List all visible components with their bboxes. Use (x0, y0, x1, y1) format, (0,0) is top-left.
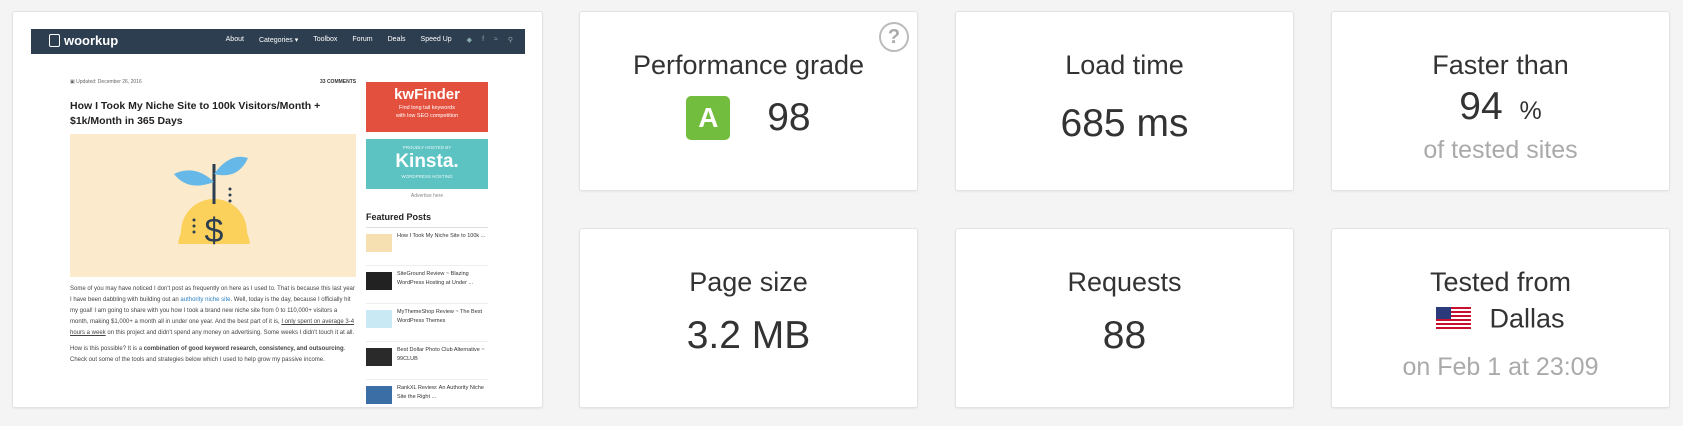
tested-from-date: on Feb 1 at 23:09 (1402, 353, 1599, 381)
faster-than-label: Faster than (1432, 50, 1569, 80)
kwfinder-ad: kwFinder Find long tail keywords with lo… (366, 82, 488, 132)
requests-value: 88 (1102, 314, 1147, 357)
nav-forum: Forum (352, 36, 373, 43)
featured-post-thumbnail (366, 310, 392, 328)
featured-posts-list: How I Took My Niche Site to 100k ... Site… (366, 232, 488, 407)
performance-score: 98 (767, 95, 811, 139)
kinsta-ad: PROUDLY HOSTED BY Kinsta. WORDPRESS HOST… (366, 139, 488, 189)
faster-than-card: Faster than 94 % of tested sites (1331, 11, 1670, 191)
us-flag-icon (1436, 306, 1472, 331)
featured-post-title: SiteGround Review ~ Blazing WordPress Ho… (397, 271, 474, 286)
rss-icon: ≈ (494, 36, 498, 43)
performance-grade-value: A 98 (580, 94, 917, 140)
nav-toolbox: Toolbox (313, 36, 338, 43)
page-size-label: Page size (689, 267, 808, 297)
nav-categories: Categories ▾ (258, 37, 299, 44)
featured-post-title: MyThemeShop Review ~ The Best WordPress … (397, 309, 483, 324)
preview-logo: woorkup (49, 33, 118, 48)
preview-menu: About Categories ▾ Toolbox Forum Deals S… (226, 36, 513, 44)
faster-than-value: 94 % (1332, 85, 1669, 129)
featured-posts-heading: Featured Posts (366, 212, 488, 228)
preview-navbar: woorkup About Categories ▾ Toolbox Forum… (31, 29, 525, 54)
featured-post-item: RankXL Review: An Authority Niche Site t… (366, 384, 488, 407)
help-icon[interactable]: ? (879, 22, 909, 52)
featured-post-thumbnail (366, 272, 392, 290)
hero-illustration: $ (70, 134, 356, 277)
facebook-icon: f (482, 36, 485, 43)
load-time-value: 685 ms (1060, 102, 1189, 145)
advertise-link: Advertise here (410, 193, 444, 199)
faster-than-sub: of tested sites (1423, 136, 1578, 164)
preview-article-title: How I Took My Niche Site to 100k Visitor… (70, 100, 321, 127)
requests-label: Requests (1067, 267, 1182, 297)
percent-unit: % (1519, 97, 1542, 125)
featured-post-thumbnail (366, 234, 392, 252)
featured-post-item: How I Took My Niche Site to 100k ... (366, 232, 488, 266)
preview-sidebar: kwFinder Find long tail keywords with lo… (366, 82, 488, 407)
search-icon: ⚲ (507, 37, 513, 44)
logo-icon (49, 34, 60, 47)
featured-post-title: Best Dollar Photo Club Alternative ~ 99C… (397, 347, 485, 362)
featured-post-thumbnail (366, 386, 392, 404)
page-size-card: Page size 3.2 MB (579, 228, 918, 408)
preview-paragraph: Some of you may have noticed I don't pos… (70, 286, 355, 336)
performance-grade-label: Performance grade (632, 50, 865, 80)
load-time-label: Load time (1065, 50, 1184, 80)
featured-post-item: Best Dollar Photo Club Alternative ~ 99C… (366, 346, 488, 380)
screenshot-preview: woorkup About Categories ▾ Toolbox Forum… (12, 11, 543, 408)
preview-comments: 33 COMMENTS (320, 79, 357, 85)
featured-post-title: How I Took My Niche Site to 100k ... (397, 233, 486, 239)
tested-from-location: Dallas (1332, 302, 1669, 334)
nav-about: About (225, 36, 244, 43)
preview-article-text: Some of you may have noticed I don't pos… (70, 284, 356, 371)
preview-date: ▣ Updated: December 26, 2016 (70, 79, 142, 85)
authority-link: authority niche site (180, 297, 231, 303)
nav-deals: Deals (387, 36, 406, 43)
tested-from-card: Tested from Dallas on Feb 1 at 23:09 (1331, 228, 1670, 408)
preview-paragraph: How is this possible? It is a combinatio… (70, 346, 346, 363)
featured-post-item: SiteGround Review ~ Blazing WordPress Ho… (366, 270, 488, 304)
preview-body: ▣ Updated: December 26, 2016 33 COMMENTS… (58, 62, 522, 407)
grade-badge: A (686, 95, 731, 140)
page-size-value: 3.2 MB (686, 314, 811, 357)
requests-card: Requests 88 (955, 228, 1294, 408)
featured-post-title: RankXL Review: An Authority Niche Site t… (397, 385, 484, 400)
faster-than-percent: 94 (1459, 85, 1503, 128)
featured-post-item: MyThemeShop Review ~ The Best WordPress … (366, 308, 488, 342)
svg-text:$: $ (205, 212, 224, 250)
load-time-card: Load time 685 ms (955, 11, 1294, 191)
performance-grade-card: ? Performance grade A 98 (579, 11, 918, 191)
nav-speed-up: Speed Up (420, 36, 452, 43)
featured-post-thumbnail (366, 348, 392, 366)
tested-from-label: Tested from (1429, 267, 1572, 297)
twitter-icon: ◆ (466, 37, 473, 44)
